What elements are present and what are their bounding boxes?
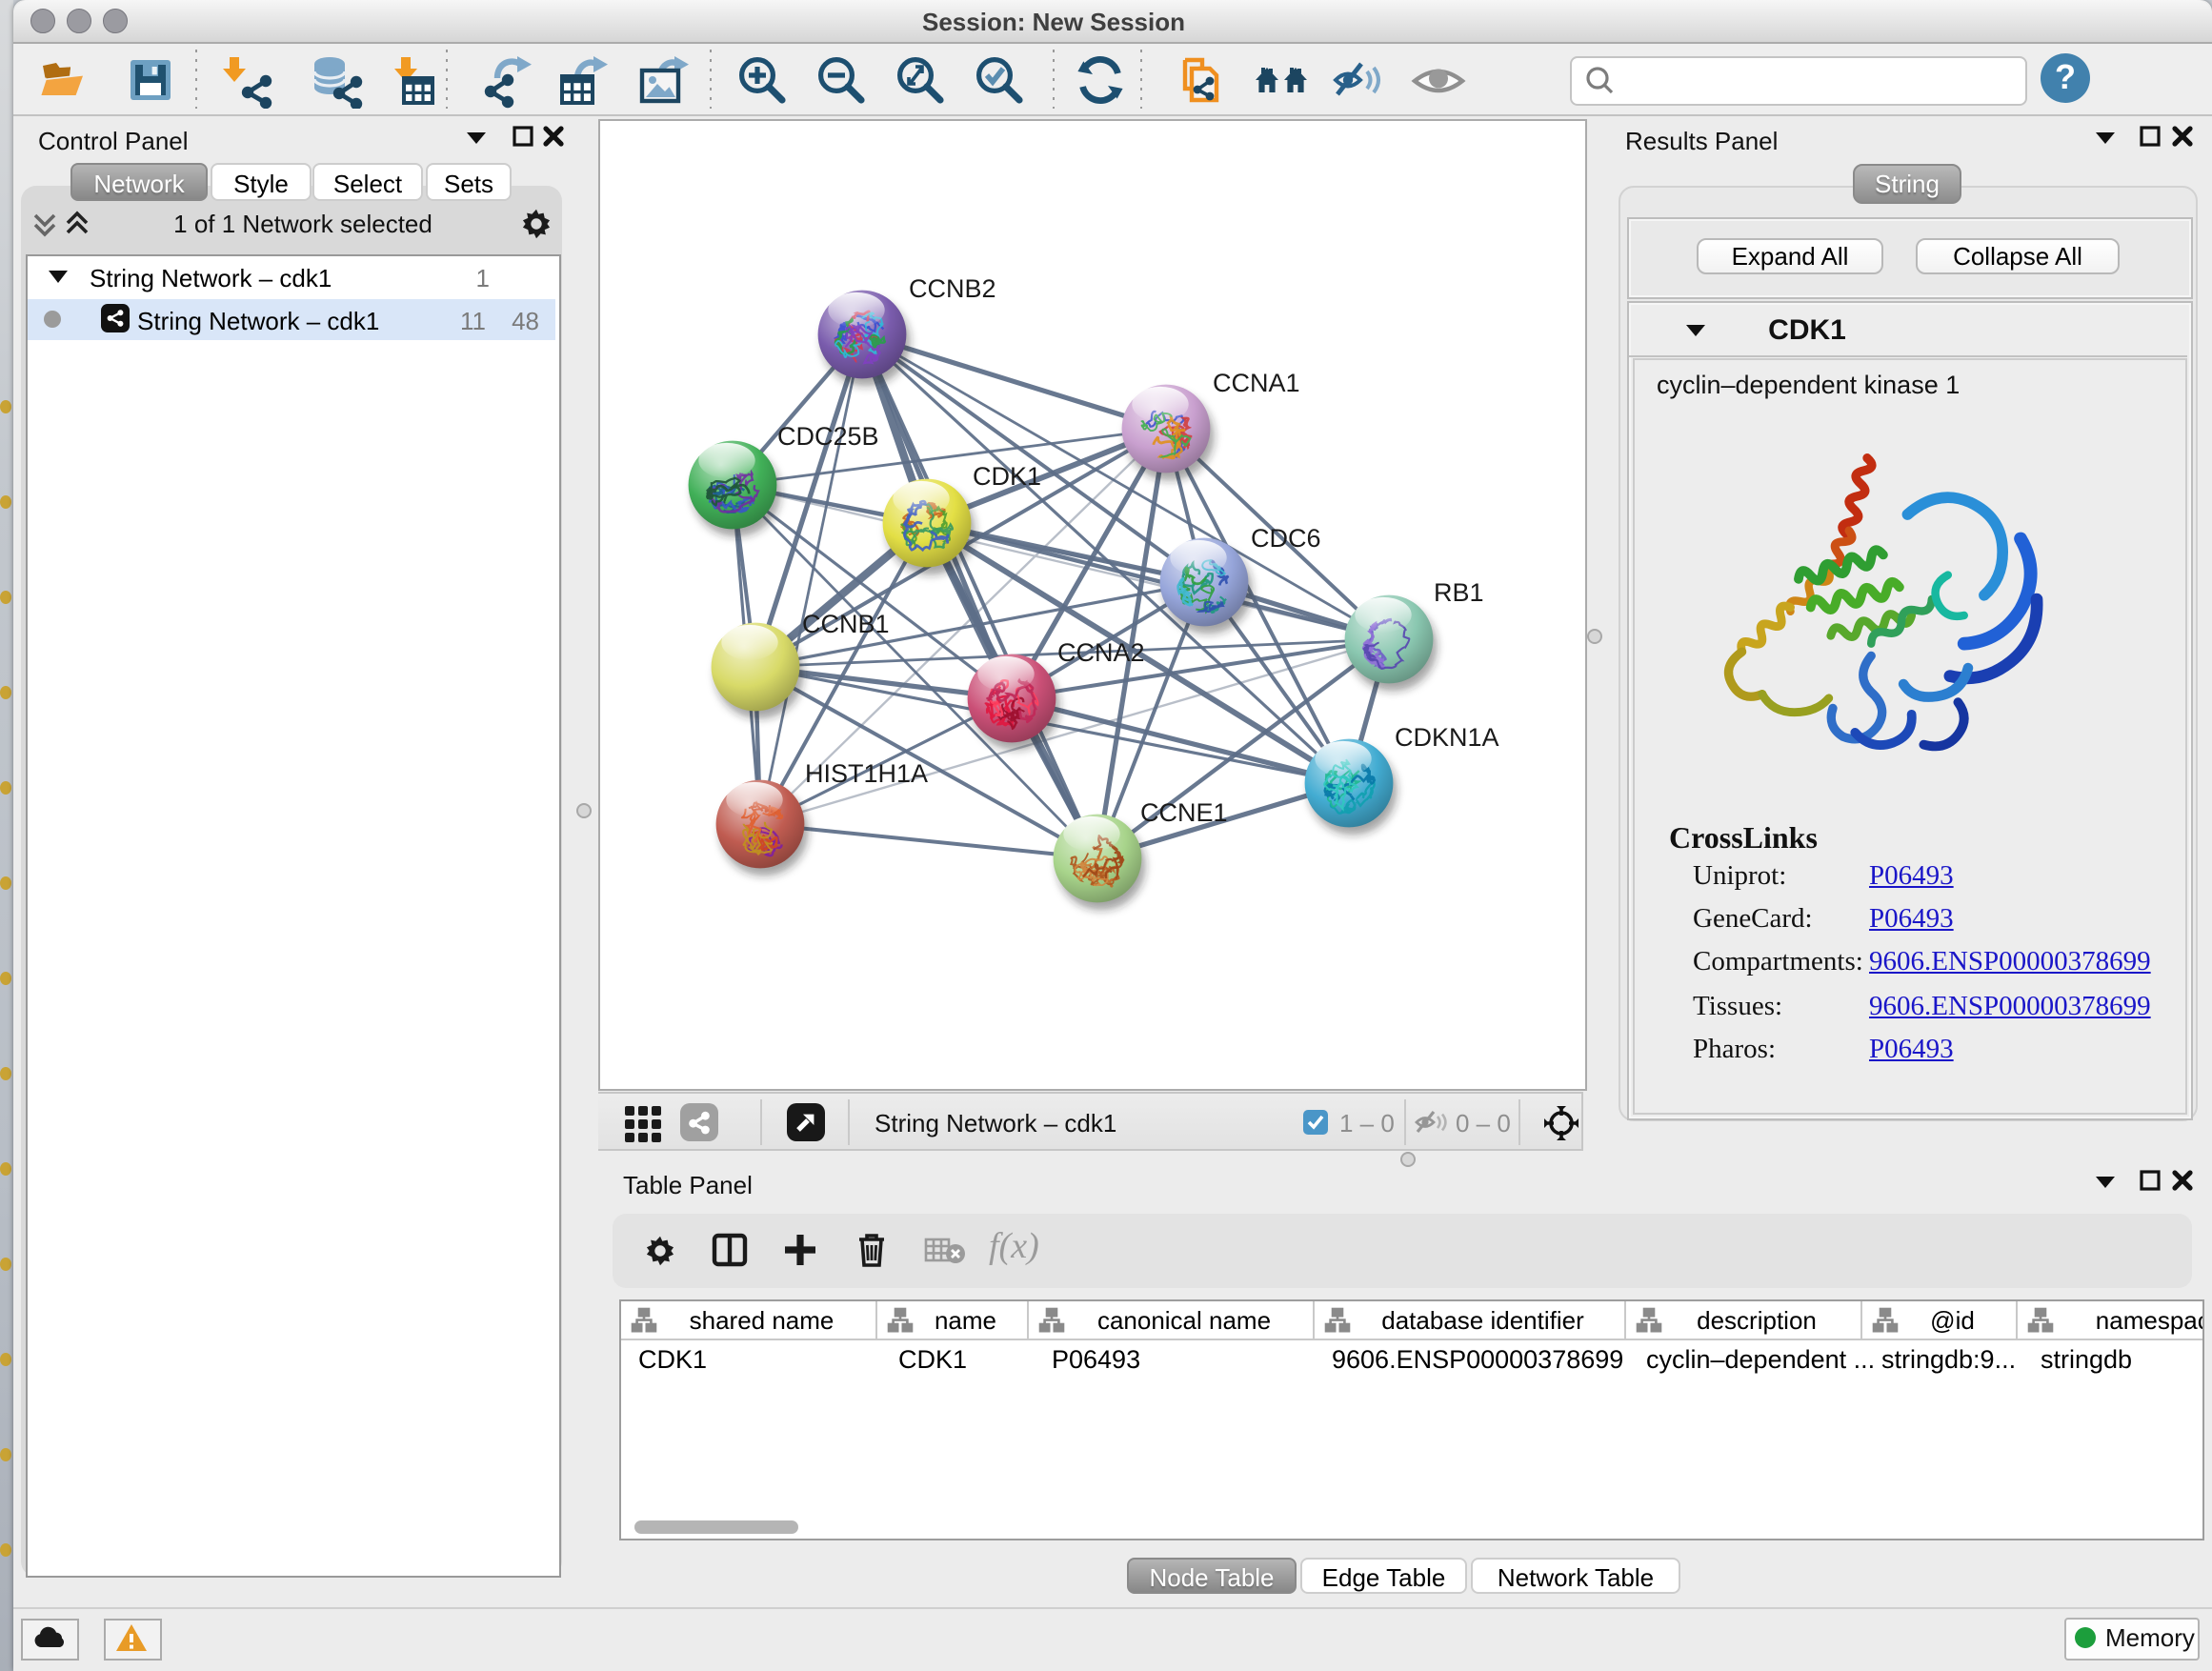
svg-text:CCNA2: CCNA2 <box>1057 638 1145 667</box>
svg-text:HIST1H1A: HIST1H1A <box>805 759 928 788</box>
svg-text:CDC25B: CDC25B <box>777 422 879 451</box>
svg-text:CDC6: CDC6 <box>1251 524 1321 553</box>
svg-text:CDKN1A: CDKN1A <box>1395 723 1499 752</box>
svg-text:CCNB2: CCNB2 <box>909 274 996 303</box>
svg-text:RB1: RB1 <box>1434 578 1484 607</box>
svg-text:CCNB1: CCNB1 <box>802 610 890 638</box>
svg-text:CCNA1: CCNA1 <box>1213 369 1300 397</box>
svg-text:CDK1: CDK1 <box>973 462 1041 491</box>
svg-text:CCNE1: CCNE1 <box>1140 798 1228 827</box>
